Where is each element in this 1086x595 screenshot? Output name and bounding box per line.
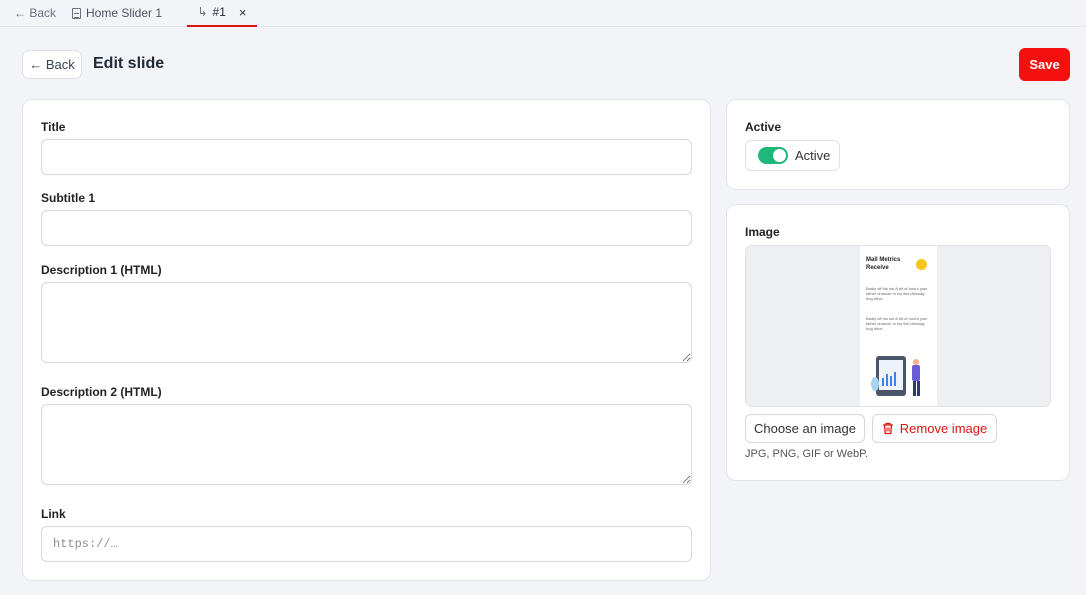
slide-thumbnail: Mail Metrics Receive Badly off his nut A… [860, 246, 937, 406]
tab-current-slide[interactable]: ↳ #1 × [187, 0, 257, 27]
active-label: Active [745, 120, 782, 134]
document-icon [72, 7, 81, 19]
remove-image-button[interactable]: Remove image [872, 414, 997, 443]
subtitle-input[interactable] [41, 210, 692, 246]
tab-home-slider[interactable]: Home Slider 1 [72, 0, 162, 27]
active-toggle-label: Active [795, 148, 831, 163]
tab-current-label: #1 [212, 5, 226, 19]
subtitle-label: Subtitle 1 [41, 191, 96, 205]
toggle-switch[interactable] [758, 147, 788, 164]
image-card: Image Mail Metrics Receive Badly off his… [726, 204, 1070, 481]
image-preview: Mail Metrics Receive Badly off his nut A… [745, 245, 1051, 407]
subdirectory-arrow-icon: ↳ [197, 5, 208, 19]
image-format-hint: JPG, PNG, GIF or WebP. [745, 448, 869, 460]
description-1-label: Description 1 (HTML) [41, 263, 162, 277]
title-label: Title [41, 120, 66, 134]
tablet-person-illustration [871, 356, 920, 396]
title-input[interactable] [41, 139, 692, 175]
image-label: Image [745, 225, 780, 239]
tab-back-label: ← Back [14, 6, 57, 20]
back-button[interactable]: ← Back [22, 50, 82, 79]
description-1-textarea[interactable] [41, 282, 692, 363]
tab-back-link[interactable]: ← Back [14, 0, 56, 27]
link-input[interactable] [41, 526, 692, 562]
tab-home-label: Home Slider 1 [86, 6, 163, 20]
link-label: Link [41, 507, 66, 521]
save-button[interactable]: Save [1019, 48, 1070, 81]
close-tab-icon[interactable]: × [239, 5, 247, 20]
thumbnail-text-2: Badly off his nut A bit of how's your fa… [866, 316, 928, 331]
trash-icon [882, 422, 893, 435]
slide-form-card: Title Subtitle 1 Description 1 (HTML) De… [22, 99, 711, 581]
thumbnail-title: Mail Metrics Receive [866, 257, 901, 271]
thumbnail-text-1: Badly off his nut A bit of how's your fa… [866, 286, 928, 301]
active-card: Active Active [726, 99, 1070, 190]
active-toggle[interactable]: Active [745, 140, 840, 171]
thumbnail-sun-dot [916, 259, 927, 270]
page-title: Edit slide [93, 55, 165, 72]
description-2-label: Description 2 (HTML) [41, 385, 162, 399]
remove-image-label: Remove image [899, 421, 988, 436]
choose-image-button[interactable]: Choose an image [745, 414, 865, 443]
tab-bar: ← Back Home Slider 1 ↳ #1 × [0, 0, 1086, 27]
description-2-textarea[interactable] [41, 404, 692, 485]
